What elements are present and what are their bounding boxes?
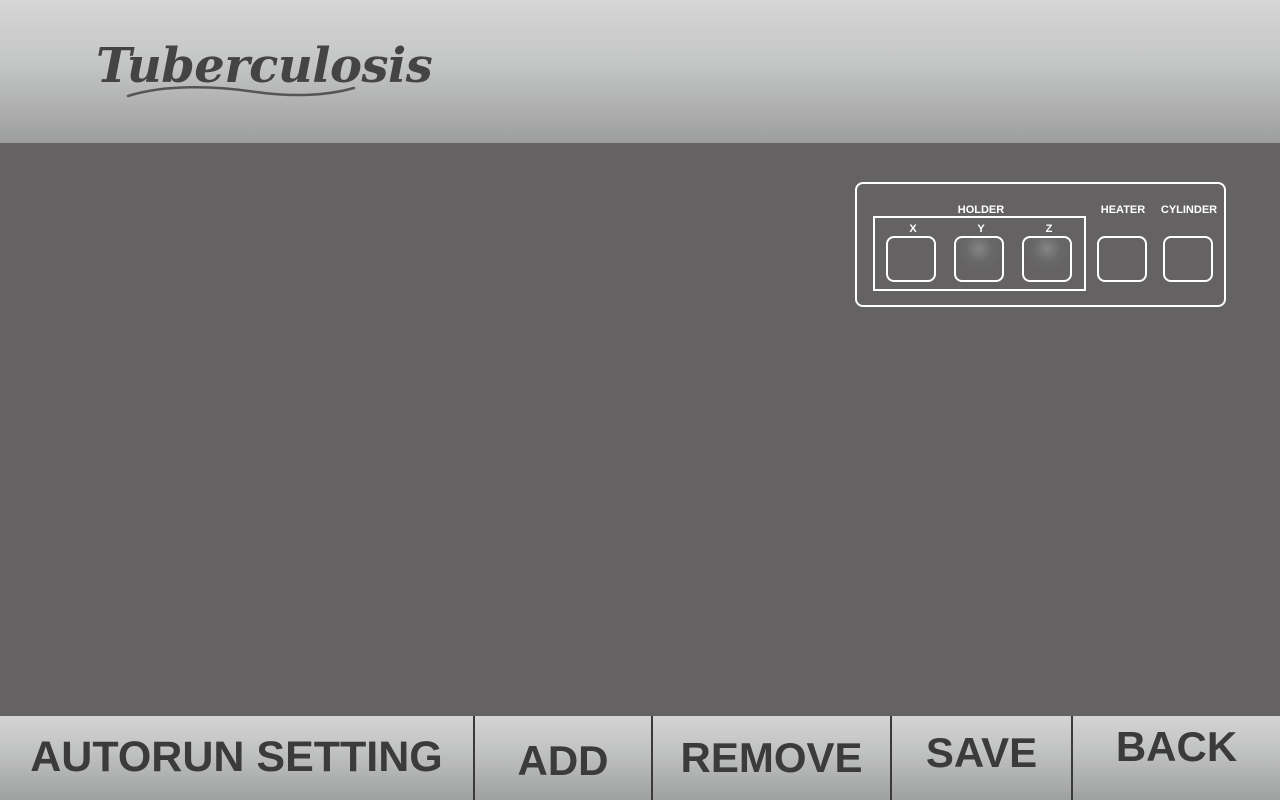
save-button-label: SAVE [925, 729, 1038, 776]
page-title: AUTORUN SETTING [0, 716, 473, 800]
save-button[interactable]: SAVE [892, 716, 1071, 800]
cylinder-label: CYLINDER [1160, 204, 1218, 216]
swoosh-underline-icon [126, 86, 356, 98]
page-title-text: AUTORUN SETTING [30, 733, 443, 781]
holder-group: X Y Z [873, 216, 1086, 291]
back-button-label: BACK [1115, 723, 1238, 770]
holder-y-indicator [954, 236, 1004, 282]
heater-label: HEATER [1100, 204, 1146, 216]
holder-z-indicator [1022, 236, 1072, 282]
remove-button[interactable]: REMOVE [653, 716, 890, 800]
back-button[interactable]: BACK [1073, 716, 1280, 800]
status-panel: HOLDER HEATER CYLINDER X Y Z [855, 182, 1226, 307]
header-bar: Tuberculosis [0, 0, 1280, 143]
add-button[interactable]: ADD [475, 716, 651, 800]
heater-indicator [1097, 236, 1147, 282]
footer-bar: AUTORUN SETTING ADD REMOVE SAVE BACK [0, 716, 1280, 800]
holder-x-indicator [886, 236, 936, 282]
remove-button-label: REMOVE [680, 734, 863, 781]
axis-x-label: X [909, 223, 917, 235]
cylinder-indicator [1163, 236, 1213, 282]
axis-z-label: Z [1045, 223, 1053, 235]
holder-label: HOLDER [957, 204, 1005, 216]
app-logo: Tuberculosis [96, 38, 433, 108]
axis-y-label: Y [977, 223, 985, 235]
add-button-label: ADD [517, 737, 609, 784]
